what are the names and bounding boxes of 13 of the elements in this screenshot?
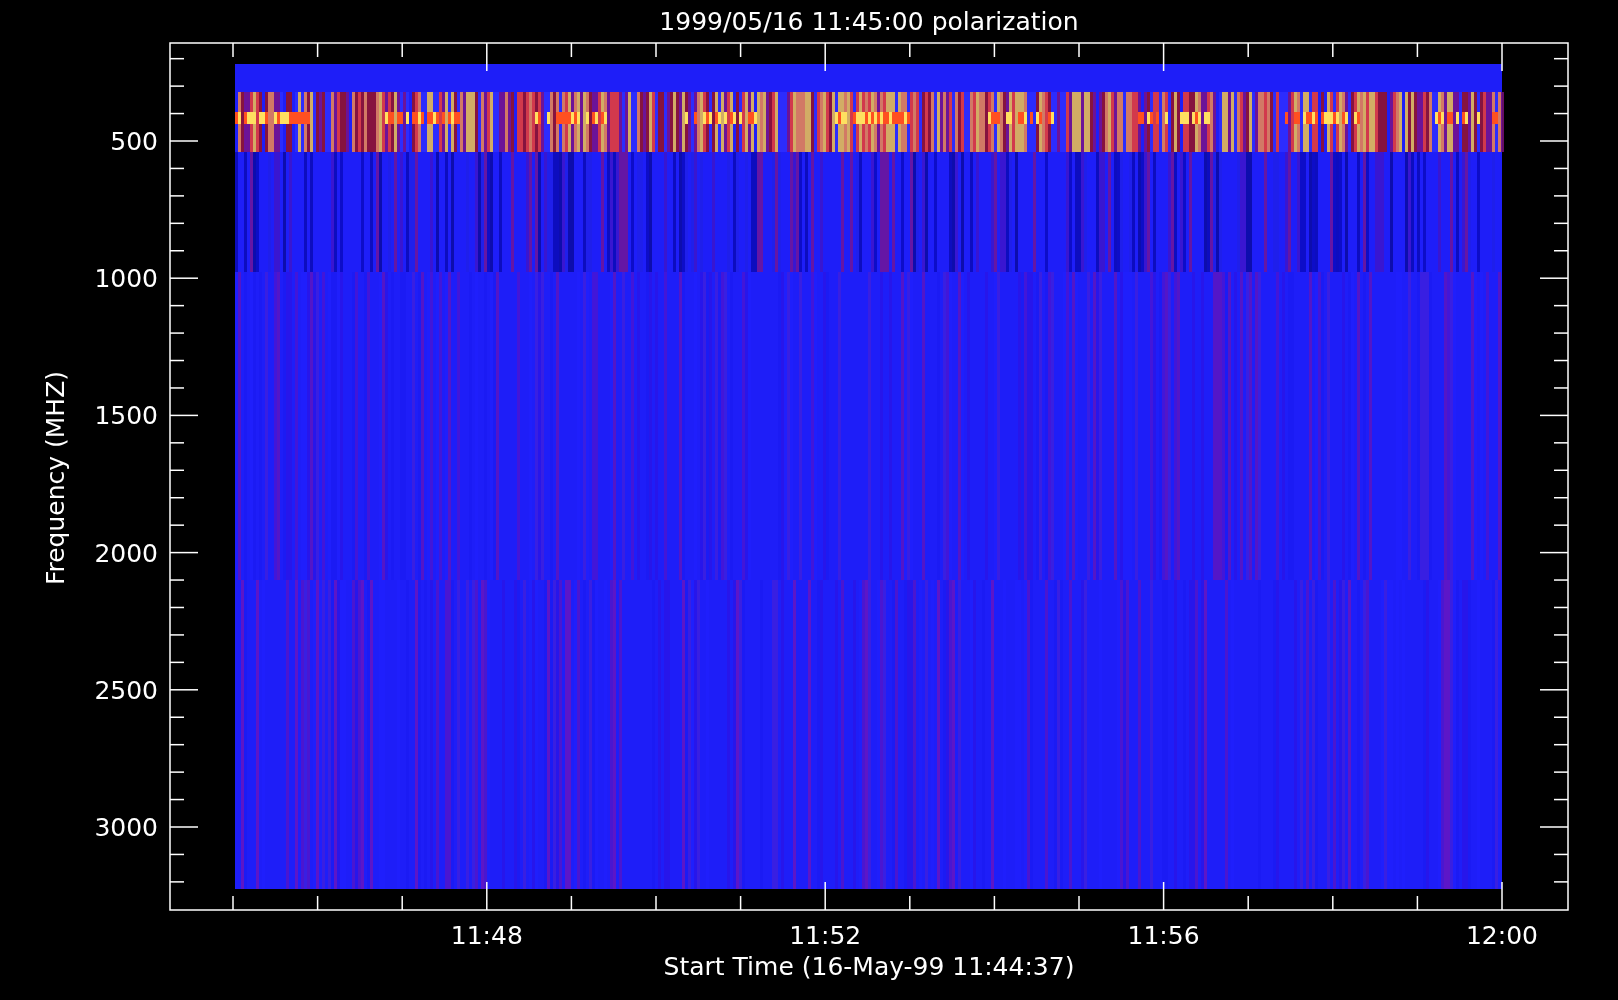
y-tick-label: 1000: [94, 264, 158, 294]
x-tick-label: 12:00: [1466, 921, 1538, 950]
y-tick-label: 500: [110, 127, 158, 156]
x-axis-label: Start Time (16-May-99 11:44:37): [663, 952, 1075, 981]
x-tick-label: 11:48: [450, 921, 523, 950]
y-axis-label: Frequency (MHZ): [41, 370, 70, 586]
x-tick-label: 11:56: [1127, 921, 1200, 950]
y-tick-label: 1500: [94, 401, 158, 431]
y-tick-label: 2000: [94, 538, 158, 568]
y-tick-label: 2500: [94, 675, 158, 705]
plot-title: 1999/05/16 11:45:00 polarization: [659, 7, 1079, 36]
x-tick-label: 11:52: [789, 921, 862, 950]
y-tick-label: 3000: [94, 813, 158, 842]
